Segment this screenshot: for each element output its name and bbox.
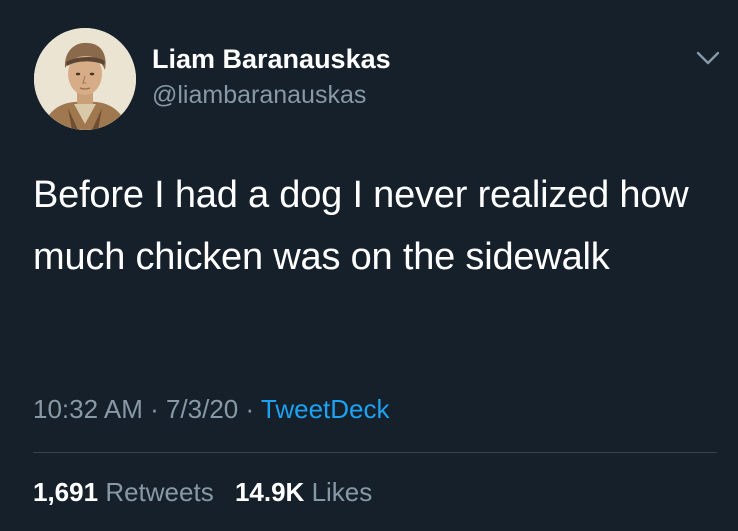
tweet-date[interactable]: 7/3/20 — [166, 394, 238, 424]
meta-separator: · — [238, 394, 261, 424]
retweets-count: 1,691 — [33, 477, 99, 507]
chevron-down-icon[interactable] — [694, 48, 722, 68]
meta-separator: · — [142, 394, 166, 424]
tweet-meta: 10:32 AM · 7/3/20 · TweetDeck — [33, 394, 390, 425]
avatar[interactable] — [34, 28, 136, 130]
display-name[interactable]: Liam Baranauskas — [152, 44, 391, 75]
likes-count: 14.9K — [234, 477, 305, 507]
likes-stat[interactable]: 14.9K Likes — [235, 477, 372, 508]
retweets-label: Retweets — [105, 477, 214, 507]
tweet-text: Before I had a dog I never realized how … — [33, 174, 689, 278]
portrait-icon — [34, 28, 136, 130]
tweet-source-link[interactable]: TweetDeck — [261, 394, 390, 424]
retweets-stat[interactable]: 1,691 Retweets — [33, 477, 214, 508]
tweet-card: Liam Baranauskas @liambaranauskas Before… — [0, 0, 738, 531]
tweet-time[interactable]: 10:32 AM — [33, 394, 143, 424]
likes-label: Likes — [311, 477, 373, 507]
tweet-stats: 1,691 Retweets 14.9K Likes — [33, 477, 372, 508]
user-handle[interactable]: @liambaranauskas — [152, 81, 366, 110]
divider — [33, 452, 717, 453]
